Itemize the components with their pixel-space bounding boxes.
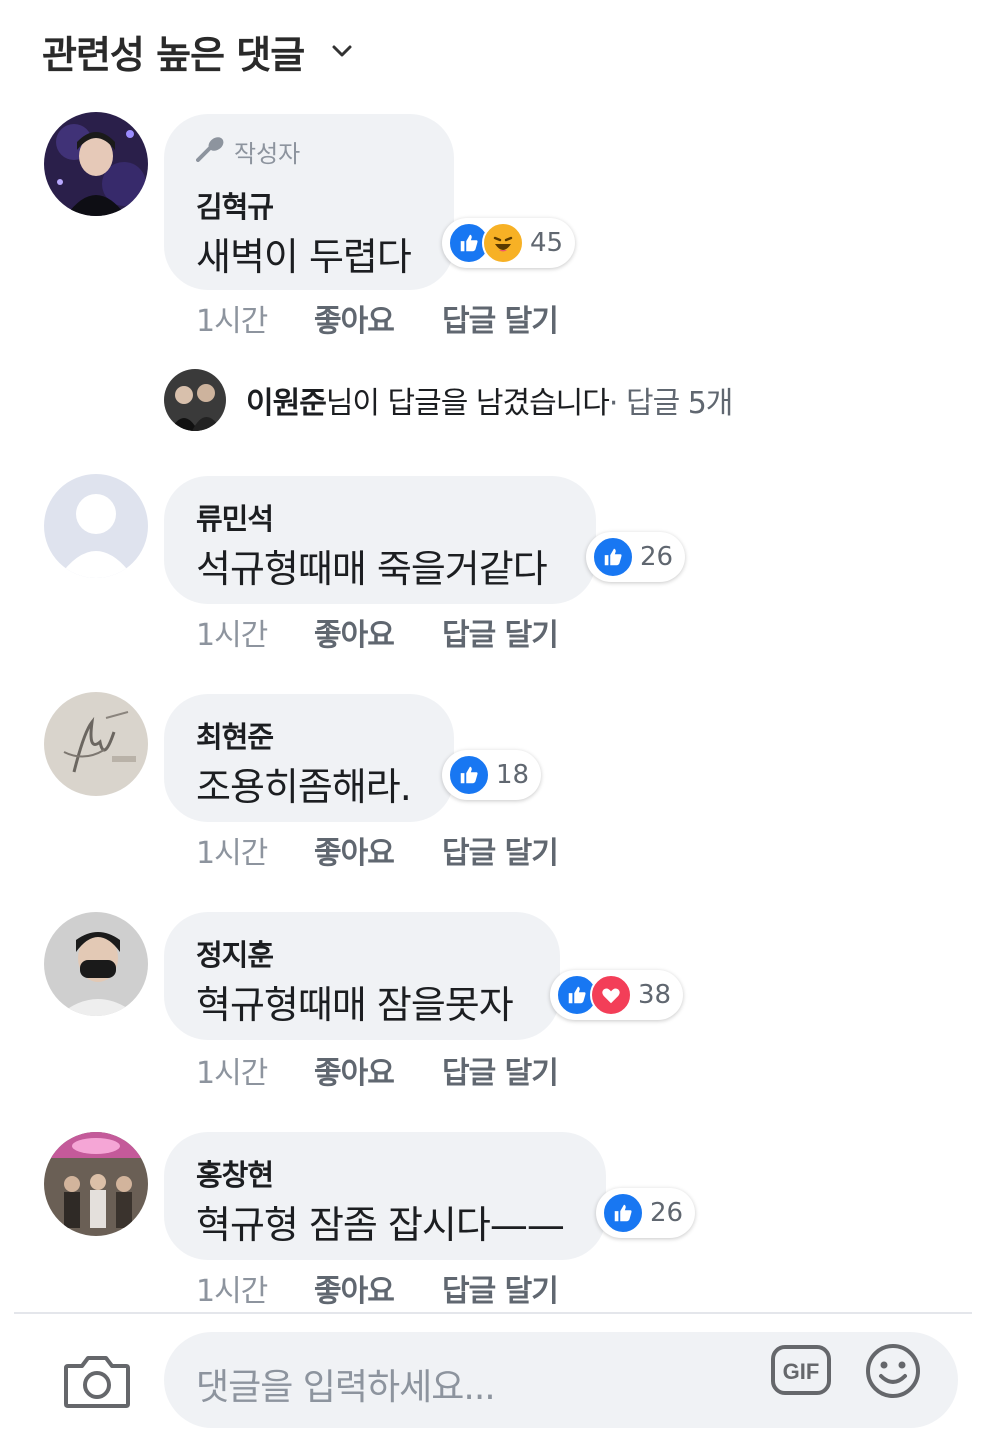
reply-button[interactable]: 답글 달기 (442, 610, 559, 654)
camera-icon[interactable] (62, 1350, 132, 1412)
comment-actions: 1시간 좋아요 답글 달기 (196, 610, 559, 654)
reaction-summary[interactable]: 26 (596, 1188, 696, 1238)
like-button[interactable]: 좋아요 (314, 296, 442, 340)
haha-reaction-icon (482, 222, 524, 264)
comment-bubble: 작성자 김혁규 새벽이 두렵다 (164, 114, 454, 290)
avatar[interactable] (44, 912, 148, 1016)
comment-actions: 1시간 좋아요 답글 달기 (196, 828, 559, 872)
reply-count: · 답글 5개 (608, 386, 733, 421)
avatar[interactable] (44, 1132, 148, 1236)
reaction-summary[interactable]: 18 (442, 750, 542, 800)
avatar[interactable] (44, 692, 148, 796)
comment-input-placeholder: 댓글을 입력하세요... (196, 1367, 496, 1408)
reaction-count: 38 (638, 980, 672, 1010)
comment-timestamp[interactable]: 1시간 (196, 610, 314, 654)
like-button[interactable]: 좋아요 (314, 828, 442, 872)
gif-button[interactable]: GIF (770, 1344, 832, 1396)
reaction-summary[interactable]: 45 (442, 218, 576, 268)
reply-avatar (164, 369, 226, 431)
like-reaction-icon (448, 754, 490, 796)
comment-actions: 1시간 좋아요 답글 달기 (196, 1266, 559, 1310)
author-badge: 작성자 (196, 134, 300, 169)
comment-bubble: 홍창현 혁규형 잠좀 잡시다—— (164, 1132, 606, 1260)
chevron-down-icon (330, 38, 356, 64)
emoji-icon[interactable] (864, 1342, 922, 1400)
comment-author-name[interactable]: 정지훈 (196, 932, 274, 974)
comment-text: 석규형때매 죽을거같다 (196, 547, 548, 591)
comment-bubble: 정지훈 혁규형때매 잠을못자 (164, 912, 560, 1040)
reaction-count: 26 (650, 1198, 684, 1228)
gif-label: GIF (783, 1359, 820, 1384)
author-badge-label: 작성자 (234, 140, 301, 168)
reaction-count: 18 (496, 760, 530, 790)
reply-button[interactable]: 답글 달기 (442, 296, 559, 340)
comment-timestamp[interactable]: 1시간 (196, 296, 314, 340)
comment-bubble: 최현준 조용히좀해라. (164, 694, 454, 822)
avatar[interactable] (44, 474, 148, 578)
comment-actions: 1시간 좋아요 답글 달기 (196, 296, 559, 340)
like-reaction-icon (592, 536, 634, 578)
love-reaction-icon (590, 974, 632, 1016)
comment-composer: 댓글을 입력하세요... GIF (0, 1314, 986, 1437)
reply-button[interactable]: 답글 달기 (442, 828, 559, 872)
like-reaction-icon (602, 1192, 644, 1234)
comment-author-name[interactable]: 김혁규 (196, 184, 274, 226)
comment-author-name[interactable]: 최현준 (196, 714, 274, 756)
comment-timestamp[interactable]: 1시간 (196, 1266, 314, 1310)
comment-bubble: 류민석 석규형때매 죽을거같다 (164, 476, 596, 604)
comment-timestamp[interactable]: 1시간 (196, 1048, 314, 1092)
reply-summary-text: 이원준님이 답글을 남겼습니다 (246, 378, 610, 422)
avatar[interactable] (44, 112, 148, 216)
reaction-summary[interactable]: 26 (586, 532, 686, 582)
reaction-count: 26 (640, 542, 674, 572)
reply-button[interactable]: 답글 달기 (442, 1266, 559, 1310)
comment-text: 새벽이 두렵다 (196, 235, 412, 279)
comment-author-name[interactable]: 류민석 (196, 496, 274, 538)
reply-author-name: 이원준 (246, 386, 327, 421)
comment-text: 혁규형 잠좀 잡시다—— (196, 1203, 565, 1247)
like-button[interactable]: 좋아요 (314, 1048, 442, 1092)
comment-input[interactable]: 댓글을 입력하세요... (164, 1332, 958, 1428)
like-button[interactable]: 좋아요 (314, 610, 442, 654)
sort-label: 관련성 높은 댓글 (42, 32, 305, 77)
reply-summary-label: 님이 답글을 남겼습니다 (325, 386, 610, 421)
reply-button[interactable]: 답글 달기 (442, 1048, 559, 1092)
comment-actions: 1시간 좋아요 답글 달기 (196, 1048, 559, 1092)
reaction-summary[interactable]: 38 (550, 970, 684, 1020)
view-replies-link[interactable]: 이원준님이 답글을 남겼습니다 · 답글 5개 (164, 368, 733, 432)
comment-text: 혁규형때매 잠을못자 (196, 983, 514, 1027)
reaction-count: 45 (530, 228, 564, 258)
comment-sort-dropdown[interactable]: 관련성 높은 댓글 (42, 26, 356, 77)
microphone-icon (196, 136, 226, 168)
comment-text: 조용히좀해라. (196, 765, 412, 809)
like-button[interactable]: 좋아요 (314, 1266, 442, 1310)
comment-author-name[interactable]: 홍창현 (196, 1152, 274, 1194)
comment-timestamp[interactable]: 1시간 (196, 828, 314, 872)
